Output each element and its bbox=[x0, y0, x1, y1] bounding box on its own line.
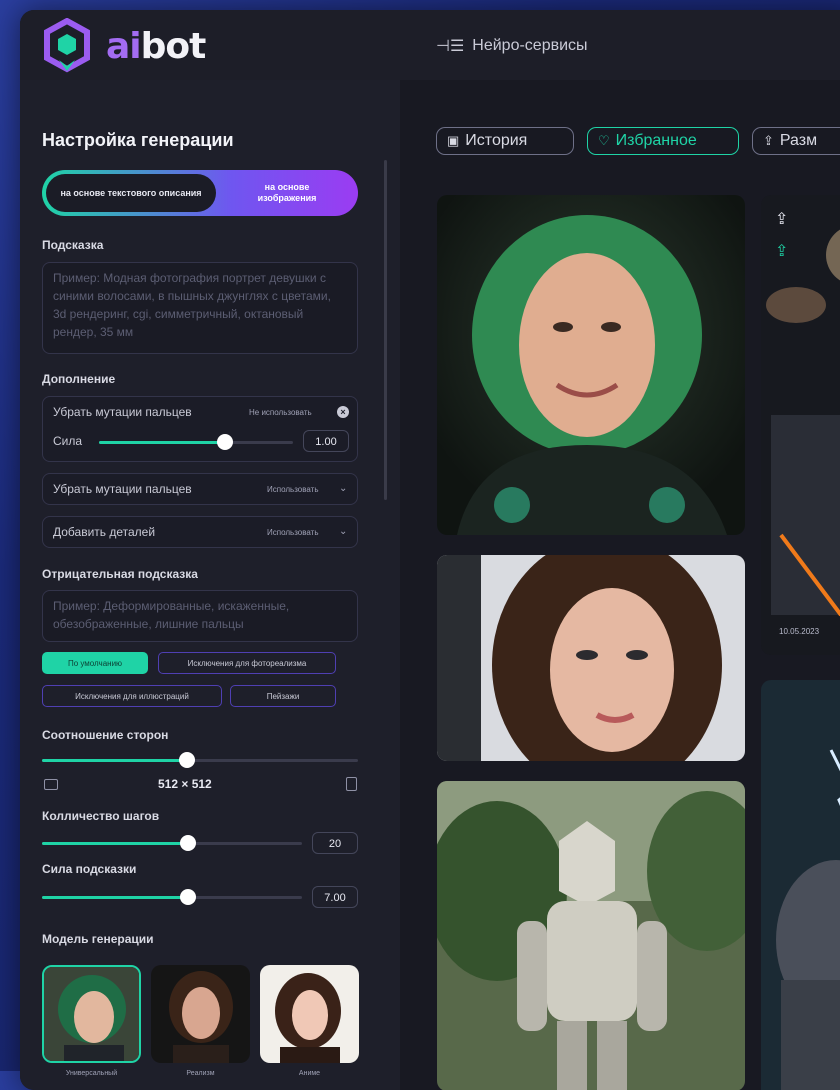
slider-fill bbox=[42, 759, 188, 762]
gallery-image-4[interactable]: ⇪ ⇪ 10.05.2023 bbox=[761, 195, 840, 655]
slider-knob[interactable] bbox=[217, 434, 234, 450]
steps-slider[interactable] bbox=[42, 835, 302, 851]
gallery-image-5[interactable] bbox=[761, 680, 840, 1090]
publish-icon[interactable]: ⇪ bbox=[775, 241, 788, 261]
steps-value[interactable]: 20 bbox=[312, 832, 358, 854]
mode-toggle: на основе текстового описания на основе … bbox=[42, 170, 358, 216]
app-window: aibot ⊣☰ Нейро-сервисы Настройка генерац… bbox=[20, 10, 840, 1090]
logo-hex-icon bbox=[44, 18, 90, 73]
aspect-label: Соотношение сторон bbox=[42, 728, 169, 742]
cyber-scene bbox=[761, 195, 840, 655]
tab-publish-label: Разм bbox=[779, 132, 818, 149]
heart-icon: ♡ bbox=[598, 133, 610, 148]
addon-1-name: Убрать мутации пальцев bbox=[53, 405, 192, 419]
share-icon[interactable]: ⇪ bbox=[775, 209, 788, 229]
addon-2-name: Убрать мутации пальцев bbox=[53, 482, 192, 496]
slider-knob[interactable] bbox=[179, 752, 196, 768]
addon-1-strength-slider[interactable] bbox=[99, 434, 293, 450]
mode-text-option[interactable]: на основе текстового описания bbox=[46, 174, 216, 212]
addon-1-status: Не использовать bbox=[249, 408, 312, 417]
chevron-down-icon: ⌄ bbox=[339, 483, 348, 494]
landscape-icon bbox=[44, 779, 58, 790]
slider-fill bbox=[42, 896, 188, 899]
logo[interactable]: aibot bbox=[42, 18, 206, 74]
prompt-label: Подсказка bbox=[42, 238, 104, 252]
tab-publish[interactable]: ⇪ Разм bbox=[752, 127, 840, 155]
top-bar: aibot ⊣☰ Нейро-сервисы bbox=[20, 10, 840, 81]
portrait-brunette bbox=[437, 555, 745, 761]
portrait-green-hair bbox=[437, 195, 745, 535]
model-label-universal: Универсальный bbox=[65, 1070, 118, 1077]
preset-photoreal[interactable]: Исключения для фотореализма bbox=[158, 652, 336, 674]
sidebar-scrollbar[interactable] bbox=[384, 160, 387, 500]
negative-prompt-input[interactable]: Пример: Деформированные, искаженные, обе… bbox=[42, 590, 358, 642]
model-thumb-anime bbox=[260, 965, 359, 1063]
addon-3-status: Использовать bbox=[267, 528, 319, 537]
generation-settings-panel: Настройка генерации на основе текстового… bbox=[20, 80, 400, 1090]
history-icon: ▣ bbox=[447, 133, 460, 148]
model-card-universal[interactable] bbox=[42, 965, 141, 1063]
neuro-services-link[interactable]: ⊣☰ Нейро-сервисы bbox=[436, 36, 588, 56]
nav-link-label: Нейро-сервисы bbox=[472, 37, 588, 54]
prompt-input[interactable]: Пример: Модная фотография портрет девушк… bbox=[42, 262, 358, 354]
addon-1-strength-label: Сила bbox=[53, 434, 83, 448]
addon-3-name: Добавить деталей bbox=[53, 525, 156, 539]
slider-knob[interactable] bbox=[179, 889, 196, 905]
addon-card-1: Убрать мутации пальцев Не использовать ×… bbox=[42, 396, 358, 462]
gallery-image-1[interactable] bbox=[437, 195, 745, 535]
tab-history-label: История bbox=[465, 132, 528, 149]
addon-card-2[interactable]: Убрать мутации пальцев Использовать ⌄ bbox=[42, 473, 358, 505]
steps-label: Колличество шагов bbox=[42, 809, 160, 823]
negative-prompt-label: Отрицательная подсказка bbox=[42, 567, 198, 581]
portrait-icon bbox=[346, 777, 357, 791]
model-label-realism: Реализм bbox=[186, 1070, 215, 1077]
slider-fill bbox=[42, 842, 188, 845]
gallery: ▣ История ♡ Избранное ⇪ Разм ⇪ ⇪ 10.05.2… bbox=[400, 80, 840, 1090]
image-date: 10.05.2023 bbox=[779, 627, 820, 636]
slider-knob[interactable] bbox=[179, 835, 196, 851]
lightning-knight bbox=[761, 680, 840, 1090]
robot-forest bbox=[437, 781, 745, 1090]
addon-1-strength-value[interactable]: 1.00 bbox=[303, 430, 349, 452]
model-thumb-universal bbox=[44, 967, 139, 1061]
addon-2-status: Использовать bbox=[267, 485, 319, 494]
model-card-anime[interactable] bbox=[260, 965, 359, 1063]
model-label-anime: Аниме bbox=[298, 1070, 321, 1077]
tree-icon: ⊣☰ bbox=[436, 38, 465, 55]
preset-illustration[interactable]: Исключения для иллюстраций bbox=[42, 685, 222, 707]
tab-favorites-label: Избранное bbox=[615, 132, 697, 149]
guidance-slider[interactable] bbox=[42, 889, 302, 905]
addon-card-3[interactable]: Добавить деталей Использовать ⌄ bbox=[42, 516, 358, 548]
model-thumb-realism bbox=[151, 965, 250, 1063]
addon-1-remove-icon[interactable]: × bbox=[337, 406, 349, 418]
guidance-value[interactable]: 7.00 bbox=[312, 886, 358, 908]
slider-fill bbox=[99, 441, 226, 444]
share-icon: ⇪ bbox=[763, 133, 774, 148]
aspect-slider[interactable] bbox=[42, 752, 358, 768]
model-label: Модель генерации bbox=[42, 932, 154, 946]
aspect-value: 512 × 512 bbox=[158, 777, 212, 791]
chevron-down-icon: ⌄ bbox=[339, 526, 348, 537]
model-card-realism[interactable] bbox=[151, 965, 250, 1063]
addons-label: Дополнение bbox=[42, 372, 116, 386]
gallery-image-2[interactable] bbox=[437, 555, 745, 761]
tab-favorites[interactable]: ♡ Избранное bbox=[587, 127, 739, 155]
tab-history[interactable]: ▣ История bbox=[436, 127, 574, 155]
panel-title: Настройка генерации bbox=[42, 130, 234, 150]
guidance-label: Сила подсказки bbox=[42, 862, 137, 876]
preset-default[interactable]: По умолчанию bbox=[42, 652, 148, 674]
mode-image-option[interactable]: на основе изображения bbox=[220, 174, 354, 212]
logo-text: aibot bbox=[106, 25, 206, 67]
gallery-image-3[interactable] bbox=[437, 781, 745, 1090]
preset-landscape[interactable]: Пейзажи bbox=[230, 685, 336, 707]
